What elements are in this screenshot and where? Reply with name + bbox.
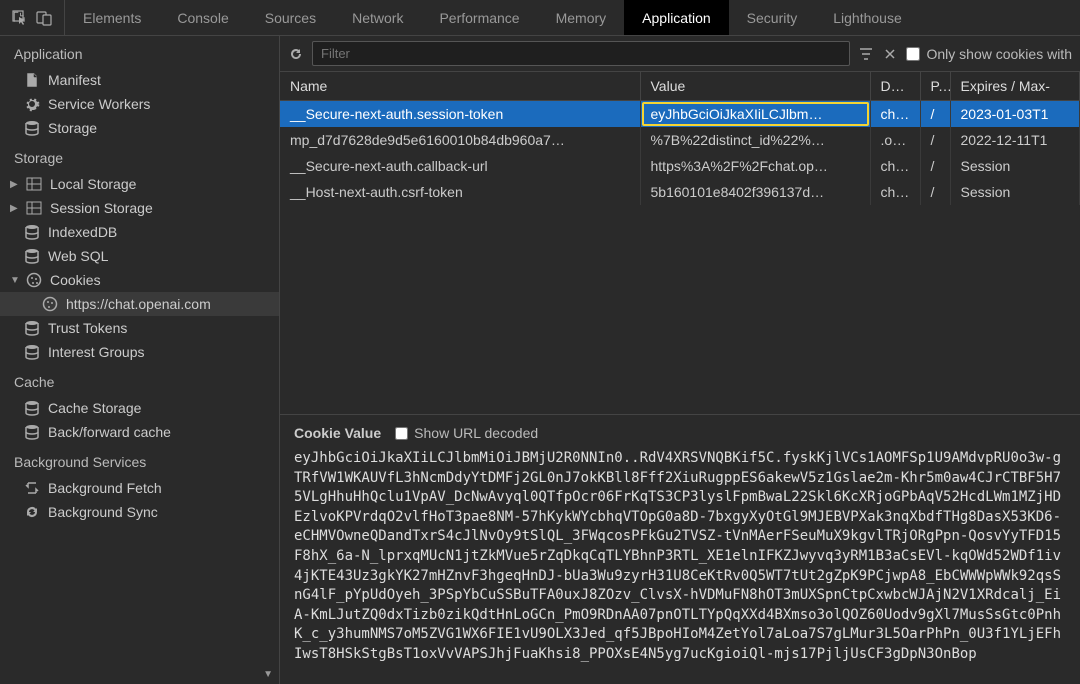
inspect-icon[interactable] [12, 10, 28, 26]
col-expires[interactable]: Expires / Max- [950, 72, 1080, 101]
sidebar-item-cache-storage[interactable]: Cache Storage [0, 396, 279, 420]
cookies-table: Name Value Do… P. Expires / Max- __Secur… [280, 72, 1080, 414]
tab-performance[interactable]: Performance [421, 0, 537, 35]
sidebar-item-cookie-origin[interactable]: https://chat.openai.com [0, 292, 279, 316]
cookie-value-text[interactable]: eyJhbGciOiJkaXIiLCJlbmMiOiJBMjU2R0NNIn0.… [294, 449, 1066, 665]
fetch-icon [24, 480, 40, 496]
chevron-right-icon: ▶ [10, 203, 18, 214]
col-name[interactable]: Name [280, 72, 640, 101]
devtools-tab-bar: Elements Console Sources Network Perform… [0, 0, 1080, 36]
database-icon [24, 224, 40, 240]
section-cache: Cache [0, 364, 279, 396]
sidebar-item-manifest[interactable]: Manifest [0, 68, 279, 92]
tab-elements[interactable]: Elements [65, 0, 159, 35]
sidebar-item-storage[interactable]: Storage [0, 116, 279, 140]
sidebar-item-cookies[interactable]: ▼ Cookies [0, 268, 279, 292]
chevron-down-icon: ▼ [10, 275, 18, 286]
sidebar-item-session-storage[interactable]: ▶ Session Storage [0, 196, 279, 220]
table-row[interactable]: __Host-next-auth.csrf-token5b160101e8402… [280, 179, 1080, 205]
database-icon [24, 400, 40, 416]
col-value[interactable]: Value [640, 72, 870, 101]
col-domain[interactable]: Do… [870, 72, 920, 101]
sidebar-item-interest-groups[interactable]: Interest Groups [0, 340, 279, 364]
cookie-icon [42, 296, 58, 312]
sidebar-item-local-storage[interactable]: ▶ Local Storage [0, 172, 279, 196]
database-icon [24, 344, 40, 360]
sidebar-item-trust-tokens[interactable]: Trust Tokens [0, 316, 279, 340]
table-header-row: Name Value Do… P. Expires / Max- [280, 72, 1080, 101]
tab-memory[interactable]: Memory [538, 0, 625, 35]
file-icon [24, 72, 40, 88]
section-background: Background Services [0, 444, 279, 476]
table-row[interactable]: __Secure-next-auth.callback-urlhttps%3A%… [280, 153, 1080, 179]
sidebar-item-bg-sync[interactable]: Background Sync [0, 500, 279, 524]
database-icon [24, 424, 40, 440]
tab-sources[interactable]: Sources [247, 0, 334, 35]
refresh-icon[interactable] [288, 46, 304, 62]
show-decoded-checkbox[interactable]: Show URL decoded [395, 425, 538, 441]
section-storage: Storage [0, 140, 279, 172]
tab-application[interactable]: Application [624, 0, 729, 35]
grid-icon [26, 176, 42, 192]
filter-icon[interactable] [858, 46, 874, 62]
database-icon [24, 248, 40, 264]
sidebar-item-service-workers[interactable]: Service Workers [0, 92, 279, 116]
sidebar-item-bfcache[interactable]: Back/forward cache [0, 420, 279, 444]
clear-icon[interactable] [882, 46, 898, 62]
filter-input[interactable] [312, 41, 850, 66]
scroll-down-icon[interactable]: ▼ [263, 669, 273, 680]
application-sidebar: Application Manifest Service Workers Sto… [0, 36, 280, 684]
table-row[interactable]: __Secure-next-auth.session-tokeneyJhbGci… [280, 101, 1080, 128]
tab-console[interactable]: Console [159, 0, 246, 35]
detail-title: Cookie Value [294, 425, 381, 441]
sidebar-item-bg-fetch[interactable]: Background Fetch [0, 476, 279, 500]
tab-lighthouse[interactable]: Lighthouse [815, 0, 920, 35]
cookie-detail-pane: Cookie Value Show URL decoded eyJhbGciOi… [280, 414, 1080, 684]
cookies-toolbar: Only show cookies with [280, 36, 1080, 72]
only-cookies-checkbox[interactable]: Only show cookies with [906, 46, 1072, 62]
sidebar-item-websql[interactable]: Web SQL [0, 244, 279, 268]
table-row[interactable]: mp_d7d7628de9d5e6160010b84db960a7…%7B%22… [280, 127, 1080, 153]
database-icon [24, 320, 40, 336]
section-application: Application [0, 36, 279, 68]
sidebar-item-indexeddb[interactable]: IndexedDB [0, 220, 279, 244]
inspect-tools [0, 0, 65, 35]
gear-icon [24, 96, 40, 112]
tab-network[interactable]: Network [334, 0, 421, 35]
database-icon [24, 120, 40, 136]
cookie-icon [26, 272, 42, 288]
sync-icon [24, 504, 40, 520]
chevron-right-icon: ▶ [10, 179, 18, 190]
device-icon[interactable] [36, 10, 52, 26]
tab-security[interactable]: Security [729, 0, 816, 35]
col-path[interactable]: P. [920, 72, 950, 101]
grid-icon [26, 200, 42, 216]
